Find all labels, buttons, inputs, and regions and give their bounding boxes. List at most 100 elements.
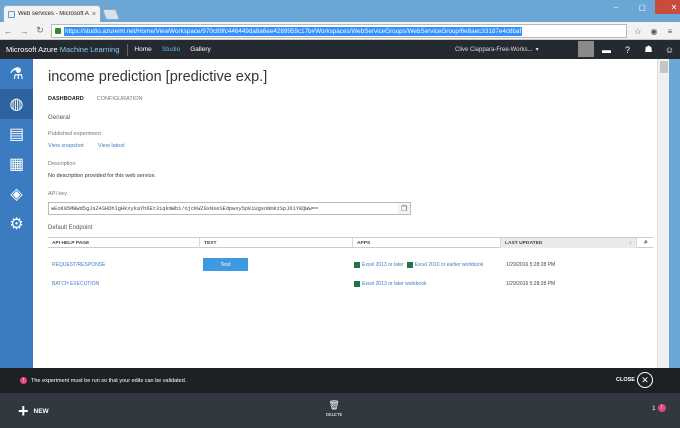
reload-icon[interactable]: ↻: [32, 23, 48, 39]
nav-trained-models[interactable]: ◈: [0, 179, 33, 209]
delete-label: DELETE: [326, 412, 343, 417]
menu-icon[interactable]: ≡: [664, 25, 676, 37]
excel-2013-link[interactable]: Excel 2013 or later: [362, 262, 404, 268]
extension-icon[interactable]: ◉: [648, 25, 660, 37]
notebook-icon: ▤: [8, 126, 25, 143]
view-latest-link[interactable]: View latest: [98, 143, 125, 149]
notification-message: The experiment must be run so that your …: [31, 377, 187, 384]
left-nav: ⚗ ◍ ▤ ▦ ◈ ⚙: [0, 59, 33, 368]
globe-icon: ◍: [9, 96, 24, 113]
batch-execution-link[interactable]: BATCH EXECUTION: [52, 281, 99, 287]
tab-close-icon[interactable]: ×: [92, 11, 96, 18]
scrollbar-thumb[interactable]: [660, 61, 668, 73]
window-controls: – ▢ ✕: [603, 0, 680, 14]
table-row: BATCH EXECUTION Excel 2013 or later work…: [48, 277, 653, 290]
close-icon[interactable]: ✕: [637, 372, 653, 388]
cube-icon: ◈: [10, 186, 23, 203]
vertical-scrollbar[interactable]: [657, 59, 669, 368]
col-apps[interactable]: APPS: [353, 238, 501, 248]
excel-2010-link[interactable]: Excel 2010 or earlier workbook: [415, 262, 484, 268]
plus-icon: +: [18, 401, 29, 421]
notification-badge[interactable]: 1 !: [652, 404, 666, 412]
lock-icon: [55, 28, 61, 34]
nav-web-services[interactable]: ◍: [0, 89, 33, 119]
request-response-link[interactable]: REQUEST/RESPONSE: [52, 262, 105, 268]
maximize-icon[interactable]: ▢: [629, 0, 655, 14]
close-label[interactable]: CLOSE: [616, 377, 635, 383]
col-api-help[interactable]: API HELP PAGE: [48, 238, 200, 248]
badge-count: 1: [652, 404, 656, 412]
flask-icon: ⚗: [9, 66, 24, 83]
community-icon[interactable]: ☗: [638, 40, 659, 59]
workspace-selector[interactable]: Clive Ciappara-Free-Works... ▾: [455, 40, 539, 59]
tab-configuration[interactable]: CONFIGURATION: [97, 96, 143, 102]
main-content: income prediction [predictive exp.] DASH…: [33, 59, 657, 368]
nav-notebooks[interactable]: ▤: [0, 119, 33, 149]
search-icon[interactable]: ⌕: [640, 238, 653, 248]
back-icon[interactable]: ←: [0, 23, 16, 39]
brand[interactable]: Microsoft Azure Machine Learning: [0, 45, 119, 54]
description-label: Description: [48, 161, 76, 167]
nav-gallery[interactable]: Gallery: [190, 46, 211, 53]
col-last-updated-label: LAST UPDATED: [505, 240, 543, 246]
col-last-updated[interactable]: LAST UPDATED ↓: [501, 238, 637, 248]
nav-studio[interactable]: Studio: [162, 46, 180, 53]
header-nav: Home Studio Gallery: [134, 46, 210, 53]
endpoint-table-header: API HELP PAGE TEST APPS LAST UPDATED ↓ ⌕: [48, 237, 653, 248]
general-heading: General: [48, 114, 71, 121]
star-icon[interactable]: ☆: [632, 25, 644, 37]
datasets-icon: ▦: [8, 156, 25, 173]
browser-tabstrip: Web services - Microsoft A × – ▢ ✕: [0, 0, 680, 22]
chevron-down-icon: ▾: [535, 47, 539, 53]
test-button[interactable]: Test: [203, 258, 248, 271]
col-test[interactable]: TEST: [200, 238, 353, 248]
forward-icon[interactable]: →: [16, 23, 32, 39]
brand-sub: Machine Learning: [59, 45, 120, 54]
api-key-field[interactable]: wEoK05MBWd5gJsZ4SHDhIgHkxykaYh6Et31qkmWb…: [48, 202, 411, 215]
browser-tab[interactable]: Web services - Microsoft A ×: [3, 5, 101, 22]
excel-2013-workbook-link[interactable]: Excel 2013 or later workbook: [362, 281, 426, 287]
smiley-icon[interactable]: ☺: [659, 40, 680, 59]
new-label: NEW: [33, 407, 49, 415]
endpoint-heading: Default Endpoint: [48, 225, 93, 231]
avatar[interactable]: [578, 41, 594, 57]
sort-down-icon: ↓: [629, 240, 632, 246]
address-bar[interactable]: https://studio.azureml.net/Home/ViewWork…: [51, 24, 627, 38]
excel-icon: [354, 261, 360, 268]
window-close-icon[interactable]: ✕: [655, 0, 680, 14]
delete-button[interactable]: 🗑 DELETE: [326, 400, 342, 417]
header-divider: [127, 43, 129, 56]
brand-main: Microsoft Azure: [6, 45, 58, 54]
tab-dashboard[interactable]: DASHBOARD: [48, 96, 84, 102]
view-snapshot-link[interactable]: View snapshot: [48, 143, 84, 149]
description-text: No description provided for this web ser…: [48, 173, 156, 179]
browser-toolbar: ← → ↻ https://studio.azureml.net/Home/Vi…: [0, 22, 680, 40]
new-button[interactable]: + NEW: [18, 402, 49, 420]
minimize-icon[interactable]: –: [603, 0, 629, 14]
feedback-icon[interactable]: ▬: [596, 40, 617, 59]
page-tabs: DASHBOARD CONFIGURATION: [48, 96, 142, 102]
app-header: Microsoft Azure Machine Learning Home St…: [0, 40, 680, 59]
nav-home[interactable]: Home: [134, 46, 151, 53]
last-updated-value: 1/29/2016 5:28:28 PM: [506, 280, 556, 287]
excel-icon: [406, 261, 413, 268]
notification-bar: ! The experiment must be run so that you…: [0, 368, 680, 393]
alert-icon: !: [657, 404, 666, 412]
gear-icon: ⚙: [9, 216, 24, 233]
excel-icon: [354, 280, 360, 287]
published-label: Published experiment: [48, 131, 101, 137]
right-edge: [669, 59, 680, 368]
page-title: income prediction [predictive exp.]: [48, 69, 268, 85]
help-icon[interactable]: ?: [617, 40, 638, 59]
nav-settings[interactable]: ⚙: [0, 209, 33, 239]
workspace-name: Clive Ciappara-Free-Works...: [455, 46, 533, 53]
nav-experiments[interactable]: ⚗: [0, 59, 33, 89]
url-text[interactable]: https://studio.azureml.net/Home/ViewWork…: [64, 26, 523, 36]
command-bar: + NEW 🗑 DELETE 1 !: [0, 393, 680, 428]
azure-favicon-icon: [8, 10, 15, 18]
copy-icon[interactable]: ❐: [398, 203, 410, 214]
browser-tab-title: Web services - Microsoft A: [18, 11, 89, 17]
nav-datasets[interactable]: ▦: [0, 149, 33, 179]
new-tab-button[interactable]: [101, 9, 121, 20]
table-row: REQUEST/RESPONSE Test Excel 2013 or late…: [48, 258, 653, 271]
